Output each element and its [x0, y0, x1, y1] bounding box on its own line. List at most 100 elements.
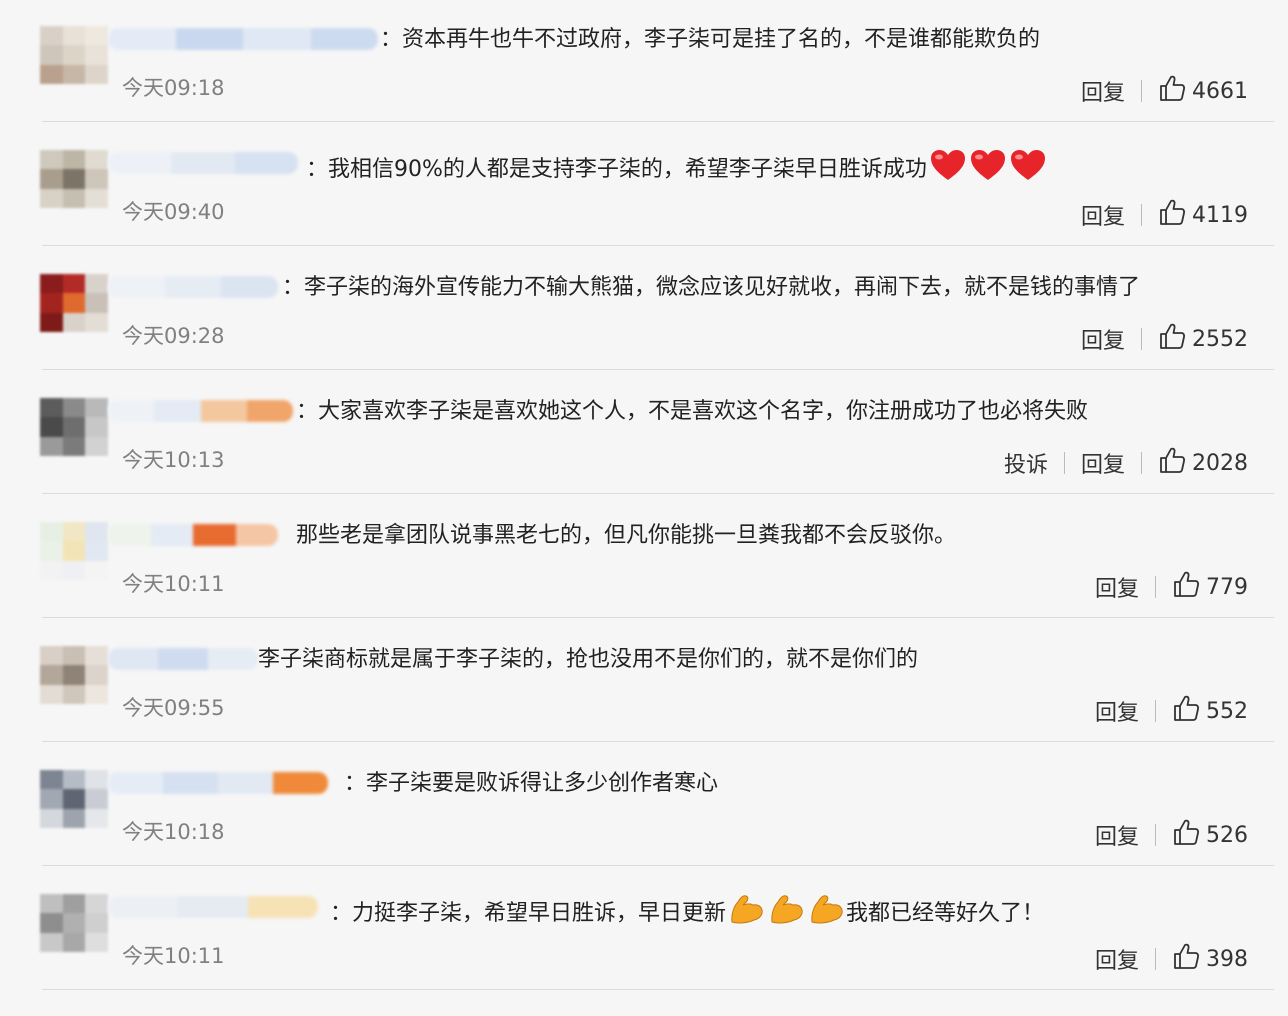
avatar[interactable] — [40, 646, 108, 704]
like-count: 2028 — [1192, 450, 1248, 476]
comment-timestamp: 今天10:13 — [122, 448, 225, 472]
comment-text: ：力挺李子柒，希望早日胜诉，早日更新 我都已经等好久了！ — [330, 892, 1044, 936]
comment-timestamp: 今天10:18 — [122, 820, 225, 844]
comment-body: ：大家喜欢李子柒是喜欢她这个人，不是喜欢这个名字，你注册成功了也必将失败 — [296, 399, 1089, 424]
comment-item: 李子柒商标就是属于李子柒的，抢也没用不是你们的，就不是你们的今天09:55 回复 5… — [0, 618, 1288, 742]
muscle-icon — [808, 892, 846, 936]
like-count: 526 — [1206, 822, 1248, 848]
reply-button[interactable]: 回复 — [1095, 943, 1139, 975]
username-blurred[interactable] — [108, 896, 318, 918]
username-blurred[interactable] — [108, 276, 278, 298]
avatar[interactable] — [40, 274, 108, 332]
comment-actions: 回复 398 — [1095, 942, 1248, 976]
comment-actions: 投诉 回复 2028 — [1004, 446, 1248, 480]
divider — [1155, 576, 1156, 598]
comment-item: ：李子柒要是败诉得让多少创作者寒心今天10:18 回复 526 — [0, 742, 1288, 866]
comment-timestamp: 今天09:28 — [122, 324, 225, 348]
comment-body-tail: 我都已经等好久了！ — [846, 901, 1045, 926]
comment-body: ：力挺李子柒，希望早日胜诉，早日更新 — [330, 901, 727, 926]
comment-body: 那些老是拿团队说事黑老七的，但凡你能挑一旦粪我都不会反驳你。 — [296, 523, 957, 548]
thumbs-up-icon — [1158, 446, 1192, 480]
comment-timestamp: 今天09:18 — [122, 76, 225, 100]
thumbs-up-icon — [1158, 322, 1192, 356]
like-button[interactable]: 526 — [1172, 818, 1248, 852]
like-button[interactable]: 4119 — [1158, 198, 1248, 232]
comment-list: ：资本再牛也牛不过政府，李子柒可是挂了名的，不是谁都能欺负的今天09:18 回复 4… — [0, 0, 1288, 1016]
username-blurred[interactable] — [108, 28, 378, 50]
like-button[interactable]: 2028 — [1158, 446, 1248, 480]
reply-button[interactable]: 回复 — [1081, 75, 1125, 107]
comment-actions: 回复 526 — [1095, 818, 1248, 852]
comment-actions: 回复 2552 — [1081, 322, 1248, 356]
username-blurred[interactable] — [108, 772, 328, 794]
muscle-icon — [728, 892, 766, 936]
comment-body: ：李子柒的海外宣传能力不输大熊猫，微念应该见好就收，再闹下去，就不是钱的事情了 — [282, 275, 1141, 300]
thumbs-up-icon — [1172, 818, 1206, 852]
comment-item: ：力挺李子柒，希望早日胜诉，早日更新 我都已经等好久了！ 今天10:11 回复 398 — [0, 866, 1288, 990]
thumbs-up-icon — [1158, 74, 1192, 108]
comment-body: 李子柒商标就是属于李子柒的，抢也没用不是你们的，就不是你们的 — [258, 647, 919, 672]
reply-button[interactable]: 回复 — [1081, 199, 1125, 231]
thumbs-up-icon — [1172, 694, 1206, 728]
comment-text: ：李子柒要是败诉得让多少创作者寒心 — [344, 768, 718, 800]
heart-icon — [929, 148, 967, 192]
avatar[interactable] — [40, 894, 108, 952]
reply-button[interactable]: 回复 — [1081, 447, 1125, 479]
thumbs-up-icon — [1172, 942, 1206, 976]
comment-text: 那些老是拿团队说事黑老七的，但凡你能挑一旦粪我都不会反驳你。 — [296, 520, 956, 552]
comment-actions: 回复 779 — [1095, 570, 1248, 604]
comment-body: ：李子柒要是败诉得让多少创作者寒心 — [344, 771, 719, 796]
avatar[interactable] — [40, 150, 108, 208]
username-blurred[interactable] — [108, 524, 278, 546]
like-count: 4119 — [1192, 202, 1248, 228]
comment-text: ：李子柒的海外宣传能力不输大熊猫，微念应该见好就收，再闹下去，就不是钱的事情了 — [282, 272, 1140, 304]
report-button[interactable]: 投诉 — [1004, 447, 1048, 479]
divider — [1141, 328, 1142, 350]
like-button[interactable]: 552 — [1172, 694, 1248, 728]
like-button[interactable]: 398 — [1172, 942, 1248, 976]
comment-item: ：我相信90%的人都是支持李子柒的，希望李子柒早日胜诉成功 今天09:40 回复 41… — [0, 122, 1288, 246]
reply-button[interactable]: 回复 — [1081, 323, 1125, 355]
thumbs-up-icon — [1172, 570, 1206, 604]
like-count: 552 — [1206, 698, 1248, 724]
like-count: 4661 — [1192, 78, 1248, 104]
comment-item: ：李子柒的海外宣传能力不输大熊猫，微念应该见好就收，再闹下去，就不是钱的事情了今… — [0, 246, 1288, 370]
divider — [1141, 204, 1142, 226]
reply-button[interactable]: 回复 — [1095, 571, 1139, 603]
comment-text: ：我相信90%的人都是支持李子柒的，希望李子柒早日胜诉成功 — [306, 148, 1047, 192]
like-button[interactable]: 2552 — [1158, 322, 1248, 356]
divider — [1155, 948, 1156, 970]
reply-button[interactable]: 回复 — [1095, 819, 1139, 851]
like-count: 2552 — [1192, 326, 1248, 352]
comment-timestamp: 今天10:11 — [122, 572, 225, 596]
username-blurred[interactable] — [108, 648, 258, 670]
heart-icon — [969, 148, 1007, 192]
like-count: 779 — [1206, 574, 1248, 600]
comment-actions: 回复 552 — [1095, 694, 1248, 728]
row-divider — [42, 989, 1274, 990]
like-button[interactable]: 779 — [1172, 570, 1248, 604]
divider — [1155, 700, 1156, 722]
muscle-icon — [768, 892, 806, 936]
comment-body: ：我相信90%的人都是支持李子柒的，希望李子柒早日胜诉成功 — [306, 157, 927, 182]
comment-item: ：资本再牛也牛不过政府，李子柒可是挂了名的，不是谁都能欺负的今天09:18 回复 4… — [0, 0, 1288, 122]
comment-item: ：大家喜欢李子柒是喜欢她这个人，不是喜欢这个名字，你注册成功了也必将失败今天10… — [0, 370, 1288, 494]
like-count: 398 — [1206, 946, 1248, 972]
divider — [1141, 452, 1142, 474]
avatar[interactable] — [40, 26, 108, 84]
divider — [1155, 824, 1156, 846]
reply-button[interactable]: 回复 — [1095, 695, 1139, 727]
comment-item: 那些老是拿团队说事黑老七的，但凡你能挑一旦粪我都不会反驳你。今天10:11 回复 7… — [0, 494, 1288, 618]
like-button[interactable]: 4661 — [1158, 74, 1248, 108]
comment-timestamp: 今天09:55 — [122, 696, 225, 720]
avatar[interactable] — [40, 522, 108, 580]
username-blurred[interactable] — [108, 152, 298, 174]
username-blurred[interactable] — [108, 400, 293, 422]
avatar[interactable] — [40, 398, 108, 456]
comment-body: ：资本再牛也牛不过政府，李子柒可是挂了名的，不是谁都能欺负的 — [380, 27, 1041, 52]
comment-text: ：资本再牛也牛不过政府，李子柒可是挂了名的，不是谁都能欺负的 — [380, 24, 1040, 56]
thumbs-up-icon — [1158, 198, 1192, 232]
avatar[interactable] — [40, 770, 108, 828]
comment-timestamp: 今天10:11 — [122, 944, 225, 968]
comment-text: ：大家喜欢李子柒是喜欢她这个人，不是喜欢这个名字，你注册成功了也必将失败 — [296, 396, 1088, 428]
